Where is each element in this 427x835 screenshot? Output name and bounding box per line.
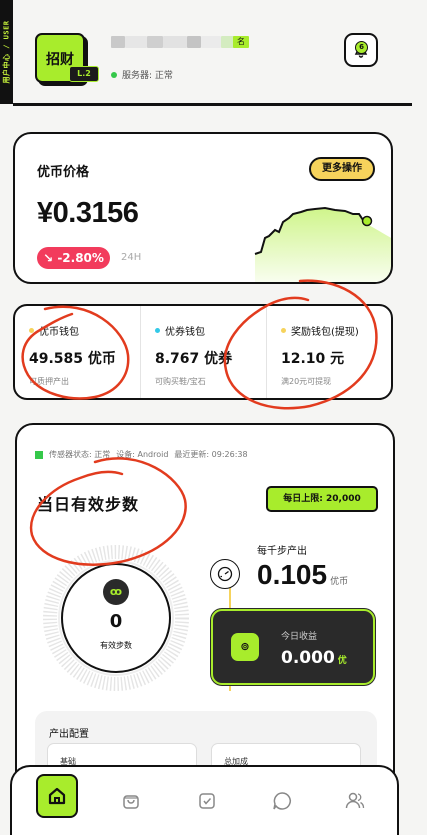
home-icon (48, 787, 66, 805)
per-thousand-label: 每千步产出 (257, 546, 307, 557)
step-count: 0 (109, 611, 123, 632)
reward-wallet-dot (281, 328, 286, 333)
nav-profile[interactable] (340, 786, 370, 816)
gauge-icon (210, 559, 240, 589)
voucher-wallet-value: 8.767 优券 (155, 351, 233, 367)
sensor-status-row: 传感器状态: 正常 设备: Android 最近更新: 09:26:38 (35, 449, 248, 460)
more-actions-button[interactable]: 更多操作 (309, 157, 375, 181)
status-dot (111, 71, 117, 78)
side-tab-label: 用户中心 / USER (2, 20, 11, 84)
period-label: 24H (121, 252, 142, 263)
today-earn-label: 今日收益 (281, 632, 318, 642)
voucher-wallet-label: 优券钱包 (165, 327, 205, 338)
reward-wallet-sub: 满20元可提现 (281, 377, 332, 386)
daily-limit-badge: 每日上限: 20,000 (266, 486, 378, 512)
check-icon (199, 793, 215, 809)
today-earnings-card: ⊚ 今日收益 0.000 优 (211, 609, 375, 685)
sensor-status-indicator (35, 450, 43, 459)
per-thousand-value: 0.105 优币 (257, 559, 348, 591)
price-change-value: -2.80% (57, 251, 104, 265)
price-card-title: 优币价格 (37, 165, 90, 180)
today-earn-number: 0.000 (281, 648, 335, 668)
config-title: 产出配置 (49, 729, 89, 740)
step-count-label: 有效步数 (100, 641, 132, 650)
coin-wallet-sub: 可质押产出 (29, 377, 69, 386)
blurred-name (111, 36, 125, 48)
per-thousand-number: 0.105 (257, 559, 328, 590)
server-status: 服务器: 正常 (111, 68, 173, 81)
coin-wallet-dot (29, 328, 34, 333)
price-sparkline (254, 206, 391, 282)
coin-wallet-value: 49.585 优币 (29, 351, 116, 367)
today-earn-unit: 优 (337, 656, 347, 666)
device-label: 设备: Android (116, 450, 169, 459)
nav-shop[interactable] (116, 786, 146, 816)
price-value: ¥0.3156 (37, 197, 139, 229)
sensor-status: 传感器状态: 正常 (49, 450, 111, 459)
nav-chat[interactable] (267, 786, 297, 816)
coin-wallet-label: 优币钱包 (39, 327, 79, 338)
name-badge: 名 (233, 36, 249, 48)
notification-button[interactable]: 6 (344, 33, 378, 67)
wallet-voucher[interactable]: 优券钱包 8.767 优券 可购买鞋/宝石 (141, 306, 267, 398)
nav-tasks[interactable] (192, 786, 222, 816)
nav-home[interactable] (36, 774, 78, 818)
bag-icon (123, 795, 139, 809)
username: 名 (111, 36, 249, 48)
price-card: 优币价格 更多操作 ¥0.3156 ↘ -2.80% 24H (13, 132, 393, 284)
today-earn-value: 0.000 优 (281, 648, 347, 668)
header: 招财 L.2 名 服务器: 正常 6 (13, 0, 412, 106)
price-point-marker (361, 215, 373, 227)
server-status-text: 服务器: 正常 (122, 71, 173, 81)
bottom-nav (10, 765, 399, 835)
trend-down-icon: ↘ (43, 251, 54, 265)
notification-count: 6 (355, 41, 368, 54)
wallet-coin[interactable]: 优币钱包 49.585 优币 可质押产出 (15, 306, 141, 398)
voucher-wallet-sub: 可购买鞋/宝石 (155, 377, 206, 386)
chat-icon (273, 792, 291, 810)
level-badge: L.2 (69, 66, 99, 82)
step-progress-ring: ꝏ 0 有效步数 (41, 543, 191, 693)
price-change-badge: ↘ -2.80% (37, 247, 110, 269)
steps-title: 当日有效步数 (37, 495, 140, 514)
reward-wallet-value: 12.10 元 (281, 351, 345, 367)
footprint-icon: ꝏ (103, 579, 129, 605)
voucher-wallet-dot (155, 328, 160, 333)
coin-icon: ⊚ (231, 633, 259, 661)
wallet-reward[interactable]: 奖励钱包(提现) 12.10 元 满20元可提现 (267, 306, 391, 398)
per-thousand-unit: 优币 (330, 576, 349, 586)
step-counter: ꝏ 0 有效步数 (61, 563, 171, 673)
last-update: 最近更新: 09:26:38 (174, 450, 248, 459)
wallet-card: 优币钱包 49.585 优币 可质押产出 优券钱包 8.767 优券 可购买鞋/… (13, 304, 393, 400)
reward-wallet-label: 奖励钱包(提现) (291, 327, 359, 338)
user-center-side-tab[interactable]: 用户中心 / USER (0, 0, 13, 104)
users-icon (345, 792, 365, 809)
